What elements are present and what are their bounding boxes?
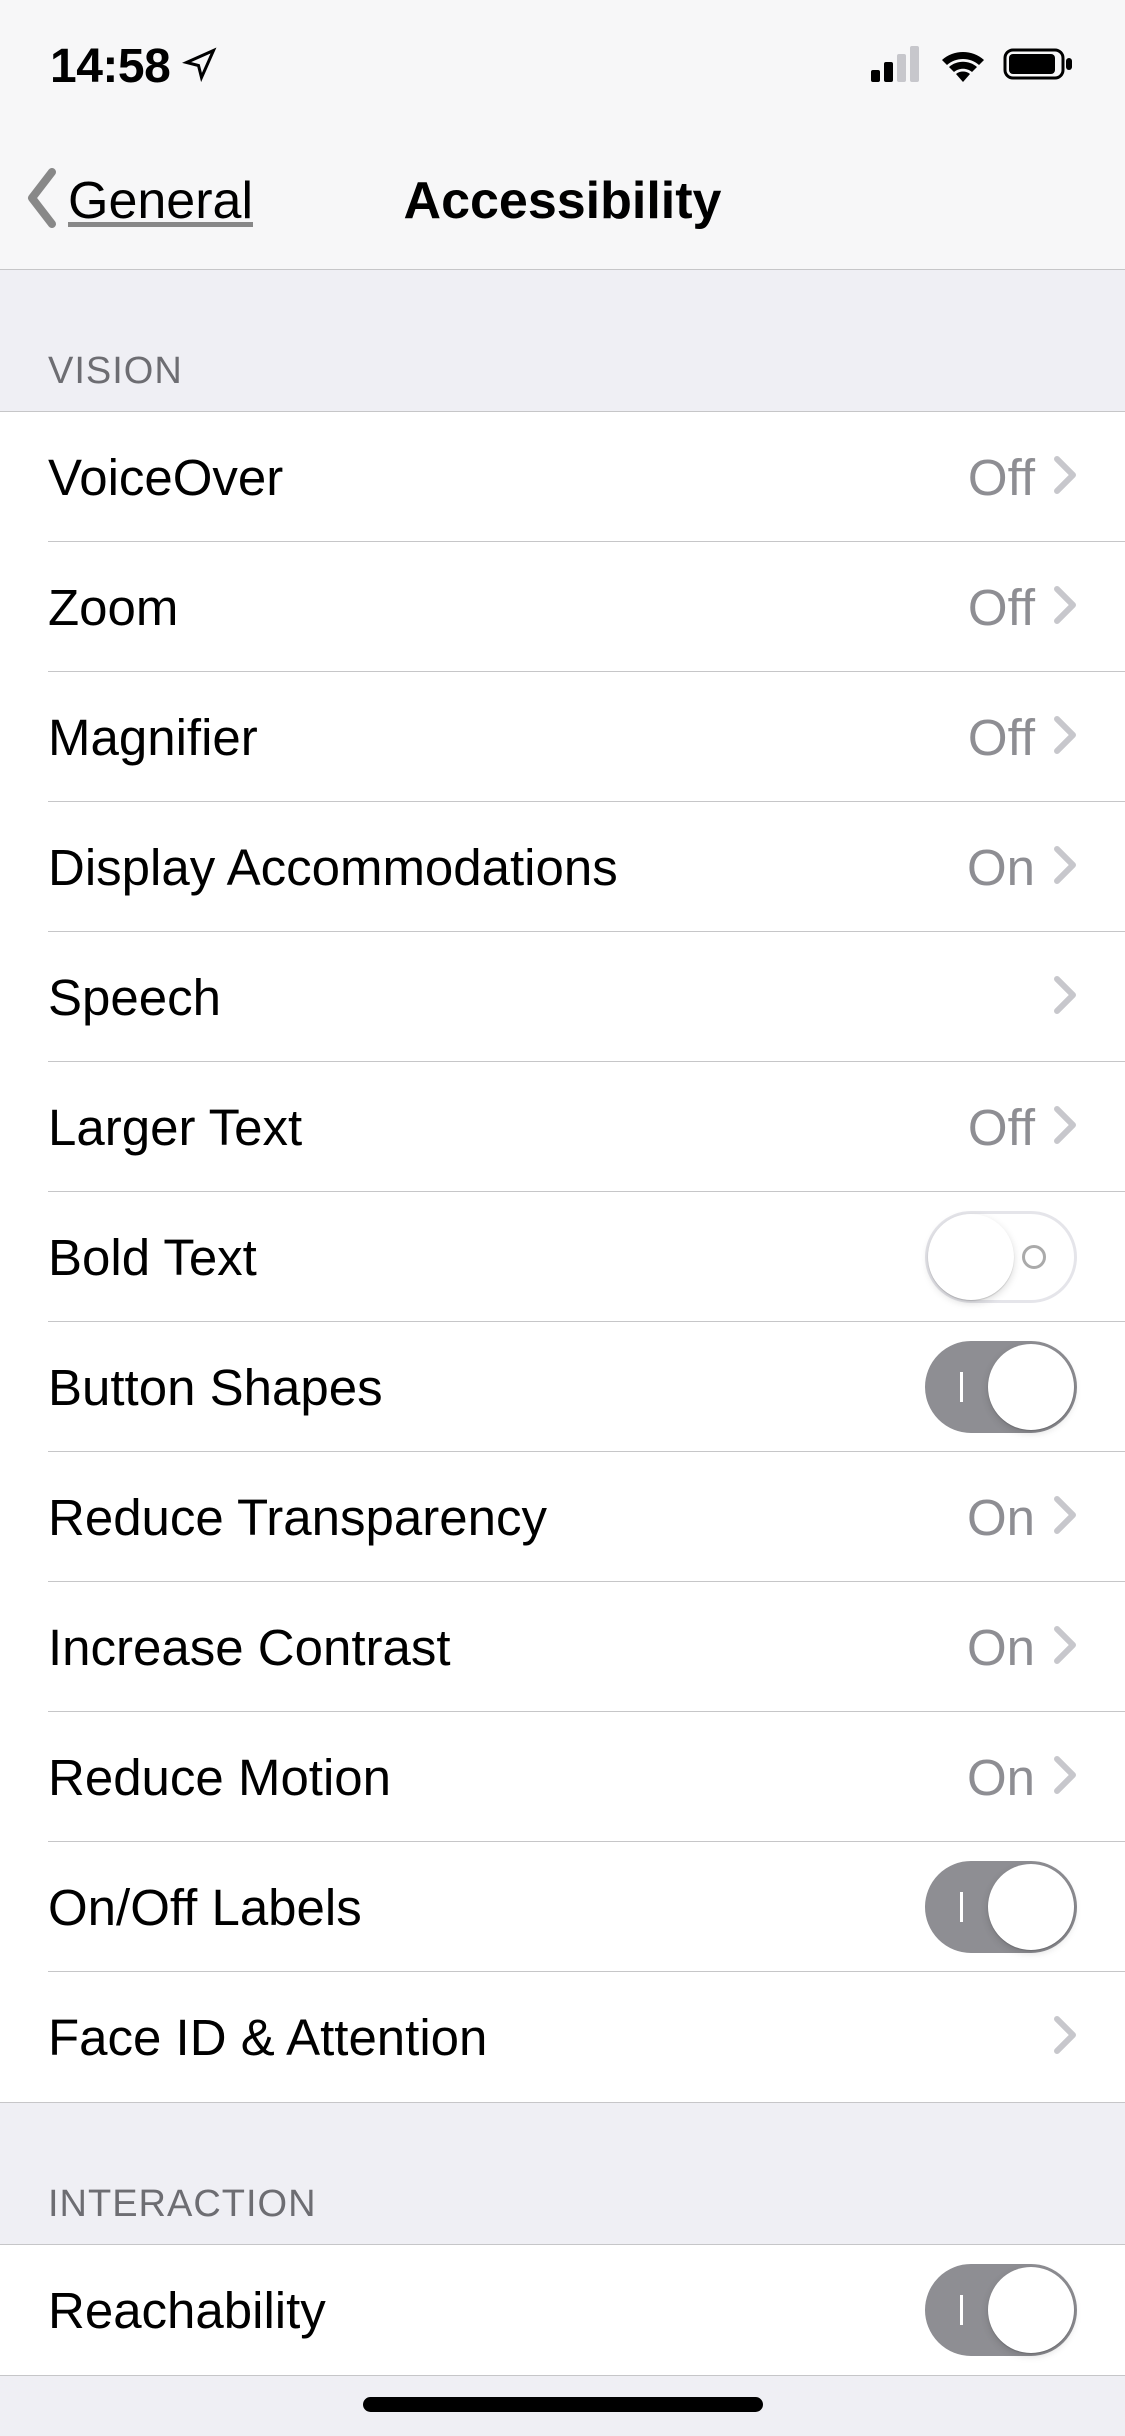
nav-header: General Accessibility (0, 132, 1125, 270)
row-on-off-labels[interactable]: On/Off Labels (0, 1842, 1125, 1972)
on-off-labels-switch[interactable] (925, 1861, 1077, 1953)
row-larger-text[interactable]: Larger TextOff (0, 1062, 1125, 1192)
status-bar: 14:58 (0, 0, 1125, 132)
bold-text-switch[interactable] (925, 1211, 1077, 1303)
chevron-right-icon (1053, 2015, 1077, 2060)
row-increase-contrast[interactable]: Increase ContrastOn (0, 1582, 1125, 1712)
row-reachability[interactable]: Reachability (0, 2245, 1125, 2375)
home-indicator[interactable] (363, 2397, 763, 2412)
row-voiceover[interactable]: VoiceOverOff (0, 412, 1125, 542)
chevron-right-icon (1053, 715, 1077, 760)
row-value: Off (968, 578, 1035, 637)
row-button-shapes[interactable]: Button Shapes (0, 1322, 1125, 1452)
row-bold-text[interactable]: Bold Text (0, 1192, 1125, 1322)
settings-content: VISIONVoiceOverOffZoomOffMagnifierOffDis… (0, 270, 1125, 2376)
status-time: 14:58 (50, 39, 170, 94)
row-label: On/Off Labels (48, 1878, 925, 1937)
chevron-left-icon (24, 168, 60, 233)
row-zoom[interactable]: ZoomOff (0, 542, 1125, 672)
section-header-interaction: INTERACTION (0, 2103, 1125, 2244)
chevron-right-icon (1053, 585, 1077, 630)
row-value: Off (968, 448, 1035, 507)
row-label: Increase Contrast (48, 1618, 967, 1677)
row-value: On (967, 1488, 1035, 1547)
row-value: Off (968, 708, 1035, 767)
row-label: Speech (48, 968, 1053, 1027)
chevron-right-icon (1053, 1755, 1077, 1800)
page-title: Accessibility (404, 171, 722, 231)
chevron-right-icon (1053, 845, 1077, 890)
chevron-right-icon (1053, 1495, 1077, 1540)
cellular-signal-icon (871, 46, 923, 87)
chevron-right-icon (1053, 1105, 1077, 1150)
row-label: Reduce Transparency (48, 1488, 967, 1547)
row-label: Zoom (48, 578, 968, 637)
settings-list: Reachability (0, 2244, 1125, 2376)
wifi-icon (939, 46, 987, 87)
chevron-right-icon (1053, 455, 1077, 500)
row-label: VoiceOver (48, 448, 968, 507)
row-speech[interactable]: Speech (0, 932, 1125, 1062)
row-display-accommodations[interactable]: Display AccommodationsOn (0, 802, 1125, 932)
row-face-id-attention[interactable]: Face ID & Attention (0, 1972, 1125, 2102)
chevron-right-icon (1053, 975, 1077, 1020)
row-label: Magnifier (48, 708, 968, 767)
settings-list: VoiceOverOffZoomOffMagnifierOffDisplay A… (0, 411, 1125, 2103)
button-shapes-switch[interactable] (925, 1341, 1077, 1433)
reachability-switch[interactable] (925, 2264, 1077, 2356)
row-label: Reduce Motion (48, 1748, 967, 1807)
row-label: Bold Text (48, 1228, 925, 1287)
back-label: General (68, 171, 253, 231)
battery-icon (1003, 46, 1075, 87)
row-value: On (967, 1748, 1035, 1807)
row-value: Off (968, 1098, 1035, 1157)
row-reduce-transparency[interactable]: Reduce TransparencyOn (0, 1452, 1125, 1582)
chevron-right-icon (1053, 1625, 1077, 1670)
row-label: Display Accommodations (48, 838, 967, 897)
row-label: Button Shapes (48, 1358, 925, 1417)
row-value: On (967, 1618, 1035, 1677)
row-label: Reachability (48, 2281, 925, 2340)
row-reduce-motion[interactable]: Reduce MotionOn (0, 1712, 1125, 1842)
row-value: On (967, 838, 1035, 897)
location-icon (182, 46, 218, 87)
row-magnifier[interactable]: MagnifierOff (0, 672, 1125, 802)
back-button[interactable]: General (24, 168, 253, 233)
section-header-vision: VISION (0, 270, 1125, 411)
row-label: Larger Text (48, 1098, 968, 1157)
row-label: Face ID & Attention (48, 2008, 1053, 2067)
